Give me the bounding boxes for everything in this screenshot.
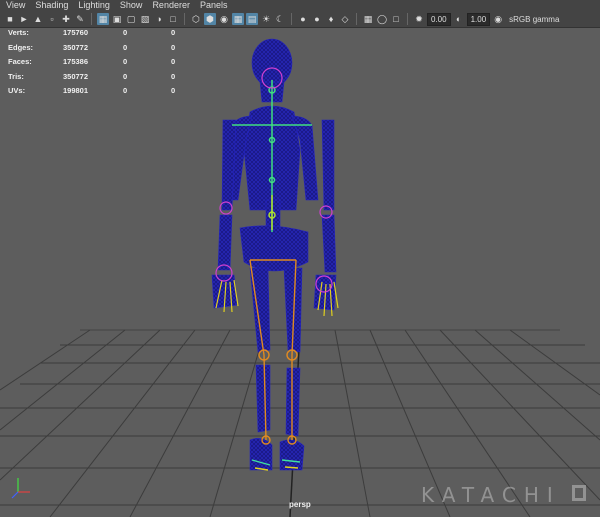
hud-selected: 0 bbox=[123, 29, 128, 37]
hud-selected: 0 bbox=[123, 42, 128, 52]
xray-active-components-icon[interactable]: □ bbox=[390, 13, 402, 25]
xray-joints-icon[interactable]: ◯ bbox=[376, 13, 388, 25]
perspective-viewport[interactable]: Verts: 175760 0 0 Edges: 350772 0 0 Face… bbox=[0, 29, 600, 517]
viewport-menu-bar: View Shading Lighting Show Renderer Pane… bbox=[0, 0, 600, 11]
menu-lighting[interactable]: Lighting bbox=[78, 0, 110, 11]
anti-aliasing-icon[interactable]: ♦ bbox=[325, 13, 337, 25]
hud-label: Edges: bbox=[8, 42, 34, 52]
gamma-icon[interactable]: ◐ bbox=[453, 13, 465, 25]
hud-row-faces: Faces: 175386 0 0 bbox=[8, 55, 219, 70]
wireframe-icon[interactable]: ⬡ bbox=[190, 13, 202, 25]
film-gate-icon[interactable]: ▣ bbox=[111, 13, 123, 25]
panel-toolbar: ■ ► ▲ ▫ ✚ ✎ ▦ ▣ ▢ ▧ ◑ □ ⬡ ⬢ ◉ ▦ ▤ ☀ ☾ ● … bbox=[0, 11, 600, 28]
hud-row-verts: Verts: 175760 0 0 bbox=[8, 29, 219, 41]
hud-row-edges: Edges: 350772 0 0 bbox=[8, 41, 219, 56]
menu-panels[interactable]: Panels bbox=[200, 0, 228, 11]
exposure-icon[interactable]: ✹ bbox=[413, 13, 425, 25]
grease-pencil-icon[interactable]: ✎ bbox=[74, 13, 86, 25]
hud-row-uvs: UVs: 199801 0 0 bbox=[8, 84, 219, 99]
axis-gizmo bbox=[11, 478, 30, 499]
hud-value: 350772 bbox=[63, 42, 89, 52]
watermark-logo: KATACHI bbox=[421, 483, 561, 507]
hud-component: 0 bbox=[171, 29, 176, 37]
hud-selected: 0 bbox=[123, 71, 128, 81]
scene-canvas[interactable] bbox=[0, 29, 600, 517]
hud-label: Faces: bbox=[8, 57, 32, 66]
hud-value: 199801 bbox=[63, 86, 89, 95]
hud-row-tris: Tris: 350772 0 0 bbox=[8, 70, 219, 85]
camera-name-label: persp bbox=[289, 500, 311, 509]
camera-attributes-icon[interactable]: ► bbox=[18, 13, 30, 25]
lighting-icon[interactable]: ☀ bbox=[260, 13, 272, 25]
toolbar-divider bbox=[91, 13, 92, 25]
menu-renderer[interactable]: Renderer bbox=[152, 0, 190, 11]
poly-count-hud: Verts: 175760 0 0 Edges: 350772 0 0 Face… bbox=[8, 29, 219, 99]
camera-icon[interactable]: ■ bbox=[4, 13, 16, 25]
menu-show[interactable]: Show bbox=[120, 0, 143, 11]
toolbar-divider bbox=[184, 13, 185, 25]
bookmark-icon[interactable]: ▲ bbox=[32, 13, 44, 25]
toolbar-divider bbox=[407, 13, 408, 25]
shadows-icon[interactable]: ☾ bbox=[274, 13, 286, 25]
toolbar-divider bbox=[356, 13, 357, 25]
gate-mask-icon[interactable]: ▧ bbox=[139, 13, 151, 25]
two-d-pan-icon[interactable]: ✚ bbox=[60, 13, 72, 25]
hud-label: Verts: bbox=[8, 29, 29, 37]
hud-selected: 0 bbox=[123, 86, 128, 95]
hud-label: UVs: bbox=[8, 86, 26, 95]
isolate-select-icon[interactable]: ▦ bbox=[362, 13, 374, 25]
hud-component: 0 bbox=[171, 42, 176, 52]
hud-label: Tris: bbox=[8, 71, 24, 81]
exposure-field[interactable]: 0.00 bbox=[427, 12, 451, 26]
wireframe-on-shaded-icon[interactable]: ▦ bbox=[232, 13, 244, 25]
menu-view[interactable]: View bbox=[6, 0, 25, 11]
hud-component: 0 bbox=[171, 57, 176, 66]
motion-blur-icon[interactable]: ● bbox=[311, 13, 323, 25]
grid-icon[interactable]: ▦ bbox=[97, 13, 109, 25]
color-space-label[interactable]: sRGB gamma bbox=[509, 15, 559, 24]
depth-of-field-icon[interactable]: ◇ bbox=[339, 13, 351, 25]
default-material-icon[interactable]: ◉ bbox=[218, 13, 230, 25]
hud-selected: 0 bbox=[123, 57, 128, 66]
menu-shading[interactable]: Shading bbox=[35, 0, 68, 11]
color-management-icon[interactable]: ◉ bbox=[492, 13, 504, 25]
hud-value: 175760 bbox=[63, 29, 89, 37]
hud-component: 0 bbox=[171, 86, 176, 95]
ambient-occlusion-icon[interactable]: ● bbox=[297, 13, 309, 25]
resolution-gate-icon[interactable]: ▢ bbox=[125, 13, 137, 25]
toolbar-divider bbox=[291, 13, 292, 25]
smooth-shade-icon[interactable]: ⬢ bbox=[204, 13, 216, 25]
xray-icon[interactable]: ▤ bbox=[246, 13, 258, 25]
hud-value: 350772 bbox=[63, 71, 89, 81]
field-chart-icon[interactable]: ◑ bbox=[153, 13, 165, 25]
safe-action-icon[interactable]: □ bbox=[167, 13, 179, 25]
watermark-mark-icon bbox=[572, 485, 586, 501]
hud-component: 0 bbox=[171, 71, 176, 81]
hud-value: 175386 bbox=[63, 57, 89, 66]
gamma-field[interactable]: 1.00 bbox=[466, 12, 491, 26]
image-plane-icon[interactable]: ▫ bbox=[46, 13, 58, 25]
skeleton-mesh[interactable] bbox=[211, 38, 337, 471]
